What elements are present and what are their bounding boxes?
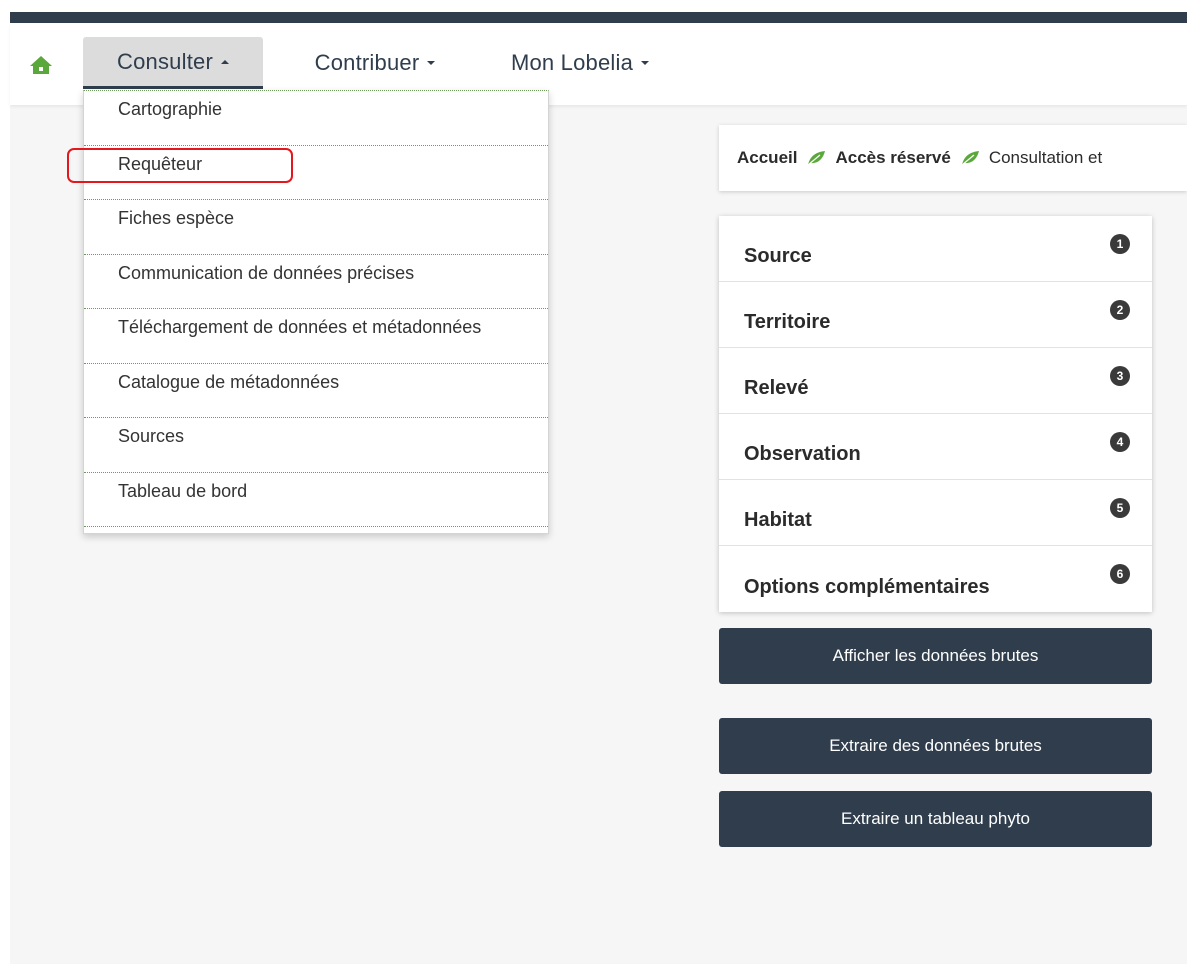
- step-number-badge: 5: [1110, 497, 1130, 518]
- section-label: Observation: [744, 443, 861, 465]
- home-icon: [30, 56, 52, 74]
- menu-item-label: Cartographie: [118, 99, 223, 120]
- caret-down-icon: [427, 61, 436, 65]
- extract-phyto-table-button[interactable]: Extraire un tableau phyto: [719, 791, 1152, 847]
- menu-item-label: Catalogue de métadonnées: [118, 371, 340, 392]
- section-label: Habitat: [744, 509, 812, 531]
- nav-menu-mon-lobelia-label: Mon Lobelia: [510, 50, 634, 75]
- section-options-complementaires[interactable]: Options complémentaires 6: [719, 546, 1152, 612]
- caret-up-icon: [220, 59, 229, 64]
- home-button[interactable]: [21, 50, 61, 80]
- breadcrumb-acces-reserve-link[interactable]: Accès réservé: [835, 148, 950, 168]
- menu-item-fiches-espece[interactable]: Fiches espèce: [84, 200, 548, 255]
- section-label: Options complémentaires: [744, 575, 990, 598]
- menu-item-label: Communication de données précises: [118, 262, 415, 283]
- query-sections-panel: Source 1 Territoire 2 Relevé 3 Observati…: [719, 216, 1152, 612]
- caret-down-icon: [641, 61, 650, 65]
- menu-item-catalogue-metadonnees[interactable]: Catalogue de métadonnées: [84, 364, 548, 418]
- menu-item-communication-donnees[interactable]: Communication de données précises: [84, 255, 548, 309]
- menu-item-label: Tableau de bord: [118, 480, 248, 501]
- nav-menu-consulter-label: Consulter: [117, 48, 213, 74]
- leaf-icon: [960, 150, 980, 166]
- breadcrumb-current: Consultation et: [988, 148, 1103, 167]
- section-label: Territoire: [744, 311, 831, 333]
- menu-item-label: Téléchargement de données et métadonnées: [118, 317, 482, 338]
- extract-raw-data-button[interactable]: Extraire des données brutes: [719, 718, 1152, 774]
- section-label: Source: [744, 245, 812, 267]
- breadcrumb-home-link[interactable]: Accueil: [737, 148, 797, 168]
- menu-item-cartographie[interactable]: Cartographie: [84, 91, 548, 146]
- nav-menu-consulter[interactable]: Consulter: [83, 37, 263, 89]
- step-number-badge: 1: [1110, 233, 1130, 254]
- leaf-icon: [806, 150, 826, 166]
- breadcrumb: Accueil Accès réservé Consultation et: [719, 125, 1187, 191]
- section-territoire[interactable]: Territoire 2: [719, 282, 1152, 348]
- menu-item-label: Fiches espèce: [118, 208, 235, 229]
- step-number-badge: 6: [1110, 564, 1130, 584]
- nav-menu-contribuer[interactable]: Contribuer: [290, 37, 460, 89]
- step-number-badge: 2: [1110, 299, 1130, 320]
- section-source[interactable]: Source 1: [719, 216, 1152, 282]
- menu-item-telechargement[interactable]: Téléchargement de données et métadonnées: [84, 309, 548, 364]
- section-releve[interactable]: Relevé 3: [719, 348, 1152, 414]
- step-number-badge: 4: [1110, 431, 1130, 452]
- menu-item-sources[interactable]: Sources: [84, 418, 548, 473]
- menu-item-label: Sources: [118, 426, 185, 447]
- nav-menu-mon-lobelia[interactable]: Mon Lobelia: [490, 37, 670, 89]
- step-number-badge: 3: [1110, 365, 1130, 386]
- menu-item-tableau-de-bord[interactable]: Tableau de bord: [84, 473, 548, 527]
- top-header-bar: [10, 12, 1187, 23]
- section-habitat[interactable]: Habitat 5: [719, 480, 1152, 546]
- requeteur-highlight-box: [67, 148, 293, 183]
- section-label: Relevé: [744, 377, 809, 399]
- section-observation[interactable]: Observation 4: [719, 414, 1152, 480]
- show-raw-data-button[interactable]: Afficher les données brutes: [719, 628, 1152, 684]
- nav-menu-contribuer-label: Contribuer: [314, 50, 420, 75]
